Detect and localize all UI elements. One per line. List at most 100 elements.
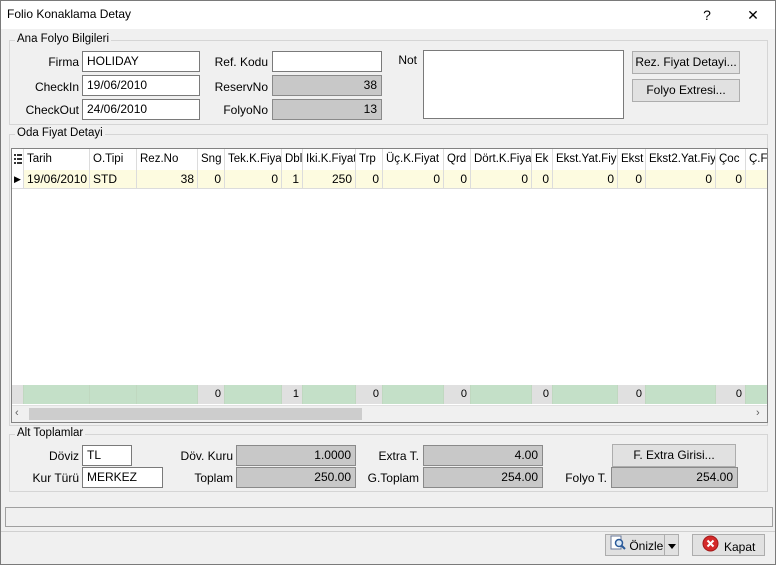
footer-cell — [12, 385, 24, 404]
col-c-fiyat[interactable]: Ç.F — [746, 149, 767, 170]
oda-fiyat-group-label: Oda Fiyat Detayi — [15, 127, 105, 139]
preview-magnifier-icon — [610, 535, 626, 557]
col-ekst-yat-fiyat[interactable]: Ekst.Yat.Fiyat — [553, 149, 618, 170]
dov-kuru-field: 1.0000 — [236, 445, 356, 466]
footer-cell: 0 — [716, 385, 746, 404]
checkout-field[interactable]: 24/06/2010 — [82, 99, 200, 120]
footer-cell: 1 — [282, 385, 303, 404]
footer-cell — [471, 385, 532, 404]
extra-t-label: Extra T. — [378, 449, 419, 463]
onizle-dropdown-button[interactable] — [664, 534, 679, 556]
checkout-label: CheckOut — [25, 103, 79, 117]
grid-column-chooser-icon[interactable] — [12, 149, 24, 170]
ref-kodu-label: Ref. Kodu — [214, 55, 268, 69]
close-window-button[interactable]: ✕ — [733, 1, 773, 29]
doviz-field[interactable]: TL — [82, 445, 132, 466]
folyo-t-label: Folyo T. — [565, 471, 607, 485]
kapat-button[interactable]: Kapat — [692, 534, 765, 556]
not-label: Not — [398, 53, 417, 67]
scroll-left-icon[interactable]: ‹ — [15, 407, 19, 419]
ana-folyo-group-label: Ana Folyo Bilgileri — [15, 33, 112, 45]
firma-label: Firma — [48, 55, 79, 69]
col-otipi[interactable]: O.Tipi — [90, 149, 137, 170]
table-cell[interactable]: 0 — [716, 170, 746, 189]
onizle-label: Önizle — [629, 539, 664, 553]
not-textarea[interactable] — [423, 50, 624, 119]
table-cell[interactable]: STD — [90, 170, 137, 189]
kapat-label: Kapat — [723, 539, 756, 554]
table-cell[interactable]: 0 — [471, 170, 532, 189]
dov-kuru-label: Döv. Kuru — [180, 449, 233, 463]
window-title: Folio Konaklama Detay — [7, 7, 132, 21]
footer-cell — [225, 385, 282, 404]
col-dort-k-fiyat[interactable]: Dört.K.Fiyat — [471, 149, 532, 170]
checkin-label: CheckIn — [34, 80, 79, 94]
help-button[interactable]: ? — [687, 1, 727, 29]
extra-girisi-button[interactable]: F. Extra Girisi... — [612, 444, 736, 467]
footer-cell — [90, 385, 137, 404]
col-uc-k-fiyat[interactable]: Üç.K.Fiyat — [383, 149, 444, 170]
folyono-label: FolyoNo — [223, 103, 268, 117]
kur-turu-label: Kur Türü — [32, 471, 79, 485]
table-cell[interactable]: 250 — [303, 170, 356, 189]
footer-cell — [646, 385, 716, 404]
kur-turu-field[interactable]: MERKEZ — [82, 467, 163, 488]
col-iki-k-fiyat[interactable]: Iki.K.Fiyat — [303, 149, 356, 170]
col-ek[interactable]: Ek — [532, 149, 553, 170]
oda-fiyat-grid[interactable]: ▶ Tarih O.Tipi Rez.No Sng Tek.K.Fiyat Db… — [11, 148, 768, 423]
table-cell[interactable]: 0 — [198, 170, 225, 189]
footer-cell — [137, 385, 198, 404]
footer-cell — [746, 385, 767, 404]
col-tek-k-fiyat[interactable]: Tek.K.Fiyat — [225, 149, 282, 170]
table-cell[interactable]: 0 — [356, 170, 383, 189]
doviz-label: Döviz — [48, 449, 79, 463]
footer-cell: 0 — [444, 385, 471, 404]
onizle-button[interactable]: Önizle — [605, 534, 665, 556]
footer-cell: 0 — [198, 385, 225, 404]
table-cell[interactable]: 0 — [646, 170, 716, 189]
scrollbar-thumb[interactable] — [29, 408, 362, 420]
rez-fiyat-detayi-button[interactable]: Rez. Fiyat Detayi... — [632, 51, 740, 74]
folyono-field: 13 — [272, 99, 382, 120]
table-cell[interactable]: 0 — [618, 170, 646, 189]
horizontal-scrollbar[interactable]: ‹ › — [12, 405, 767, 422]
chevron-down-icon — [667, 544, 676, 549]
col-tarih[interactable]: Tarih — [24, 149, 90, 170]
footer-cell: 0 — [618, 385, 646, 404]
footer-cell — [24, 385, 90, 404]
col-sng[interactable]: Sng — [198, 149, 225, 170]
folio-window: Folio Konaklama Detay ? ✕ Ana Folyo Bilg… — [0, 0, 776, 565]
toplam-label: Toplam — [194, 471, 233, 485]
table-cell[interactable]: 0 — [532, 170, 553, 189]
title-bar: Folio Konaklama Detay ? ✕ — [1, 1, 775, 29]
col-rezno[interactable]: Rez.No — [137, 149, 198, 170]
table-cell[interactable]: 0 — [383, 170, 444, 189]
row-indicator-icon: ▶ — [12, 170, 24, 189]
table-cell[interactable]: 0 — [553, 170, 618, 189]
checkin-field[interactable]: 19/06/2010 — [82, 75, 200, 96]
table-cell[interactable]: 19/06/2010 — [24, 170, 90, 189]
col-ekst[interactable]: Ekst — [618, 149, 646, 170]
footer-cell — [383, 385, 444, 404]
firma-field[interactable]: HOLIDAY — [82, 51, 200, 72]
alt-toplamlar-group-label: Alt Toplamlar — [15, 427, 86, 439]
table-cell[interactable]: 38 — [137, 170, 198, 189]
extra-t-field: 4.00 — [423, 445, 543, 466]
ref-kodu-field[interactable] — [272, 51, 382, 72]
close-circle-icon — [702, 535, 719, 558]
table-cell[interactable]: 0 — [225, 170, 282, 189]
reservno-label: ReservNo — [214, 80, 268, 94]
col-cocuk[interactable]: Çoc — [716, 149, 746, 170]
col-qrd[interactable]: Qrd — [444, 149, 471, 170]
folyo-t-field: 254.00 — [611, 467, 738, 488]
table-cell[interactable] — [746, 170, 767, 189]
reservno-field: 38 — [272, 75, 382, 96]
folyo-extresi-button[interactable]: Folyo Extresi... — [632, 79, 740, 102]
col-trp[interactable]: Trp — [356, 149, 383, 170]
table-cell[interactable]: 0 — [444, 170, 471, 189]
g-toplam-field: 254.00 — [423, 467, 543, 488]
table-cell[interactable]: 1 — [282, 170, 303, 189]
scroll-right-icon[interactable]: › — [756, 407, 760, 419]
col-ekst2-yat-fiyat[interactable]: Ekst2.Yat.Fiyat — [646, 149, 716, 170]
col-dbl[interactable]: Dbl — [282, 149, 303, 170]
